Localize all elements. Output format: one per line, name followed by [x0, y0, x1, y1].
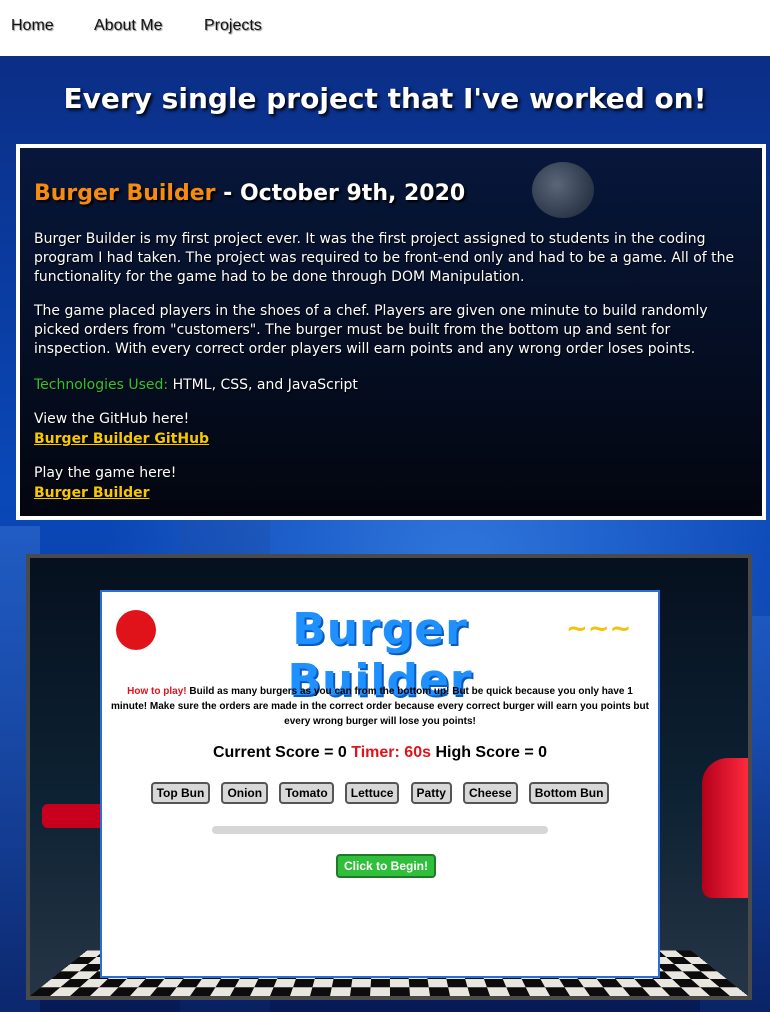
current-score: Current Score = 0	[212, 744, 347, 761]
game-panel: Burger Builder ~~~ How to play! Build as…	[100, 590, 660, 978]
mustard-squiggle-icon: ~~~	[566, 614, 632, 644]
begin-button[interactable]: Click to Begin!	[336, 854, 437, 878]
top-nav: Home About Me Projects	[0, 0, 770, 56]
high-score: High Score = 0	[435, 744, 548, 761]
howto-label: How to play!	[127, 686, 187, 697]
nav-home-link[interactable]: Home	[11, 17, 54, 35]
ingredient-top-bun[interactable]: Top Bun	[150, 782, 211, 804]
project-name: Burger Builder	[34, 181, 216, 206]
ingredient-patty[interactable]: Patty	[410, 782, 452, 804]
ingredient-onion[interactable]: Onion	[221, 782, 269, 804]
tech-line: Technologies Used: HTML, CSS, and JavaSc…	[34, 376, 742, 395]
play-intro: Play the game here!	[34, 465, 177, 481]
ketchup-splat-icon	[116, 610, 156, 650]
red-booth	[702, 758, 748, 898]
project-date: - October 9th, 2020	[215, 181, 466, 206]
score-line: Current Score = 0 Timer: 60s High Score …	[102, 744, 658, 762]
moon-decoration	[532, 162, 594, 218]
nav-about-link[interactable]: About Me	[94, 17, 162, 35]
ingredient-lettuce[interactable]: Lettuce	[344, 782, 400, 804]
ingredient-bottom-bun[interactable]: Bottom Bun	[528, 782, 610, 804]
nav-projects-link[interactable]: Projects	[204, 17, 262, 35]
timer: Timer: 60s	[351, 744, 431, 761]
ingredient-buttons: Top Bun Onion Tomato Lettuce Patty Chees…	[102, 782, 658, 804]
project-description-2: The game placed players in the shoes of …	[34, 303, 708, 357]
game-instructions: How to play! Build as many burgers as yo…	[110, 684, 650, 729]
ingredient-cheese[interactable]: Cheese	[462, 782, 518, 804]
project-card: Burger Builder - October 9th, 2020 Burge…	[16, 144, 766, 520]
tech-label: Technologies Used:	[34, 377, 169, 393]
github-link[interactable]: Burger Builder GitHub	[34, 431, 209, 447]
howto-text: Build as many burgers as you can from th…	[111, 686, 649, 727]
project-description-1: Burger Builder is my first project ever.…	[34, 231, 735, 285]
tech-list: HTML, CSS, and JavaScript	[168, 377, 358, 393]
progress-bar	[212, 826, 548, 834]
project-title: Burger Builder - October 9th, 2020	[34, 181, 465, 206]
game-screenshot: Burger Builder ~~~ How to play! Build as…	[26, 554, 752, 1000]
ingredient-tomato[interactable]: Tomato	[279, 782, 334, 804]
page-headline: Every single project that I've worked on…	[63, 82, 707, 115]
github-intro: View the GitHub here!	[34, 411, 190, 427]
play-link[interactable]: Burger Builder	[34, 485, 150, 501]
